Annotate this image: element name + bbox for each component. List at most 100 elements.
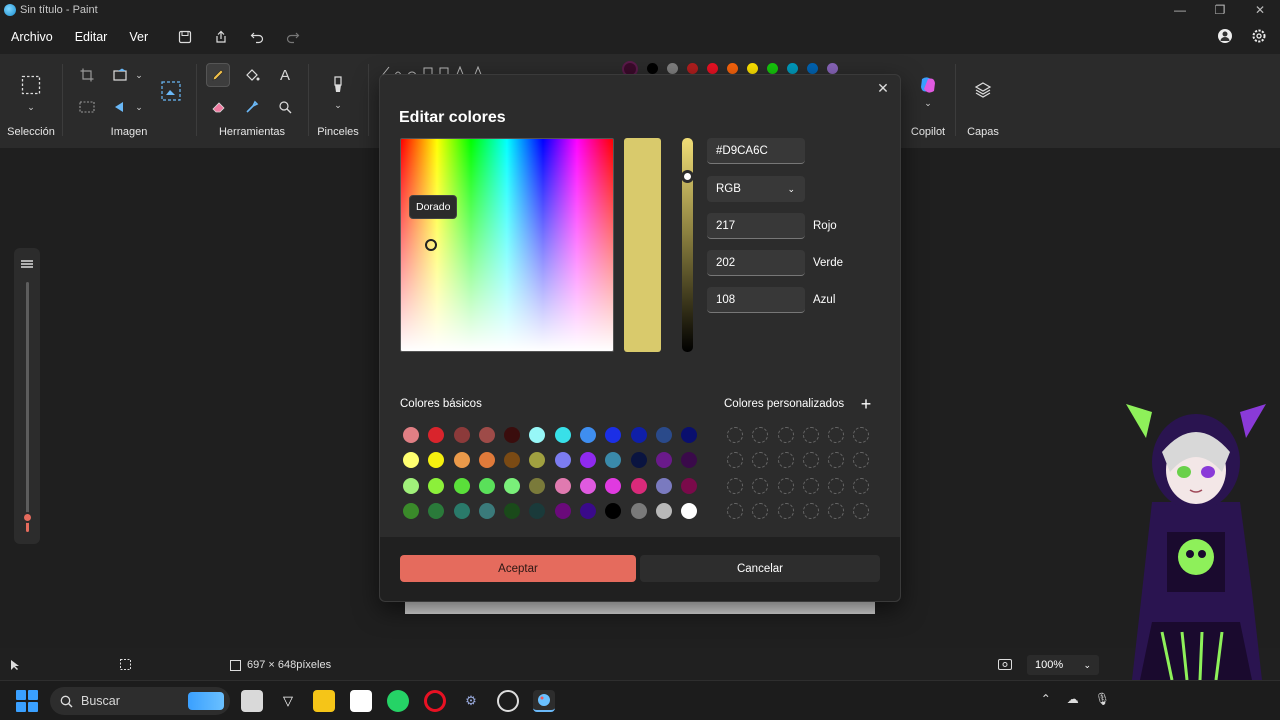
basic-color-swatch[interactable] (681, 502, 698, 519)
opera-icon[interactable] (424, 690, 446, 712)
custom-color-slot[interactable] (853, 477, 870, 494)
basic-color-swatch[interactable] (580, 477, 597, 494)
crop-icon[interactable] (76, 64, 98, 86)
share-icon[interactable] (211, 27, 231, 47)
basic-color-swatch[interactable] (630, 502, 647, 519)
chevron-up-icon[interactable]: ⌃ (1041, 692, 1051, 706)
basic-color-swatch[interactable] (403, 477, 419, 494)
custom-color-slot[interactable] (752, 452, 769, 469)
custom-color-slot[interactable] (802, 502, 819, 519)
red-input[interactable]: 217 (707, 213, 805, 239)
basic-color-swatch[interactable] (605, 502, 622, 519)
close-window-button[interactable]: ✕ (1240, 0, 1280, 20)
custom-color-slot[interactable] (828, 427, 845, 443)
basic-color-swatch[interactable] (428, 502, 445, 519)
custom-color-slot[interactable] (853, 427, 870, 443)
palette-swatch[interactable] (667, 63, 678, 74)
brightness-slider[interactable] (681, 138, 694, 352)
settings-icon[interactable]: ⚙ (460, 690, 482, 712)
whatsapp-icon[interactable] (387, 690, 409, 712)
settings-gear-icon[interactable] (1250, 27, 1268, 45)
basic-color-swatch[interactable] (529, 502, 546, 519)
basic-color-swatch[interactable] (630, 452, 647, 469)
image-background-icon[interactable] (160, 80, 182, 102)
basic-color-swatch[interactable] (428, 477, 445, 494)
basic-color-swatch[interactable] (605, 477, 622, 494)
undo-icon[interactable] (247, 27, 267, 47)
basic-color-swatch[interactable] (453, 427, 470, 443)
color-spectrum[interactable] (400, 138, 614, 352)
menu-ver[interactable]: Ver (118, 30, 159, 44)
basic-color-swatch[interactable] (529, 477, 546, 494)
palette-swatch[interactable] (807, 63, 818, 74)
custom-color-slot[interactable] (777, 427, 794, 443)
basic-color-swatch[interactable] (681, 427, 698, 443)
palette-swatch[interactable] (687, 63, 698, 74)
palette-swatch[interactable] (727, 63, 738, 74)
basic-color-swatch[interactable] (478, 427, 495, 443)
text-tool-icon[interactable]: A (274, 64, 296, 86)
pencil-icon[interactable] (206, 63, 230, 87)
green-input[interactable]: 202 (707, 250, 805, 276)
custom-color-slot[interactable] (752, 477, 769, 494)
custom-color-slot[interactable] (828, 477, 845, 494)
basic-color-swatch[interactable] (630, 477, 647, 494)
custom-color-slot[interactable] (853, 502, 870, 519)
select-all-icon[interactable] (76, 96, 98, 118)
basic-color-swatch[interactable] (681, 477, 698, 494)
custom-color-slot[interactable] (727, 452, 743, 469)
custom-color-slot[interactable] (802, 452, 819, 469)
basic-color-swatch[interactable] (478, 477, 495, 494)
basic-color-swatch[interactable] (655, 502, 672, 519)
custom-color-slot[interactable] (802, 477, 819, 494)
chevron-down-icon[interactable]: ⌄ (327, 94, 349, 116)
chevron-down-icon[interactable]: ⌄ (128, 64, 150, 86)
basic-color-swatch[interactable] (504, 477, 521, 494)
custom-color-slot[interactable] (752, 502, 769, 519)
basic-color-swatch[interactable] (605, 427, 622, 443)
minimize-button[interactable]: — (1160, 0, 1200, 20)
eraser-icon[interactable] (208, 96, 230, 118)
menu-archivo[interactable]: Archivo (0, 30, 64, 44)
spectrum-picker[interactable] (425, 239, 437, 251)
palette-swatch[interactable] (767, 63, 778, 74)
palette-swatch[interactable] (787, 63, 798, 74)
chevron-down-icon[interactable]: ⌄ (20, 96, 42, 118)
store-icon[interactable] (350, 690, 372, 712)
obs-icon[interactable] (497, 690, 519, 712)
hex-input[interactable]: #D9CA6C (707, 138, 805, 164)
network-icon[interactable]: ☁ (1067, 692, 1079, 706)
basic-color-swatch[interactable] (504, 502, 521, 519)
chevron-down-icon[interactable]: ⌄ (917, 92, 939, 114)
basic-color-swatch[interactable] (478, 502, 495, 519)
basic-color-swatch[interactable] (655, 452, 672, 469)
palette-swatch[interactable] (647, 63, 658, 74)
basic-color-swatch[interactable] (504, 452, 521, 469)
close-icon[interactable]: ✕ (874, 79, 892, 97)
basic-color-swatch[interactable] (478, 452, 495, 469)
basic-color-swatch[interactable] (580, 427, 597, 443)
canvas-page[interactable] (405, 600, 875, 614)
brush-icon[interactable] (327, 74, 349, 96)
blue-input[interactable]: 108 (707, 287, 805, 313)
basic-color-swatch[interactable] (580, 452, 597, 469)
palette-swatch[interactable] (747, 63, 758, 74)
redo-icon[interactable] (283, 27, 303, 47)
custom-color-slot[interactable] (727, 502, 743, 519)
custom-color-slot[interactable] (802, 427, 819, 443)
basic-color-swatch[interactable] (554, 427, 571, 443)
windows-start-icon[interactable] (16, 690, 38, 712)
file-explorer-icon[interactable] (313, 690, 335, 712)
basic-color-swatch[interactable] (453, 502, 470, 519)
custom-color-slot[interactable] (853, 452, 870, 469)
basic-color-swatch[interactable] (554, 452, 571, 469)
basic-color-swatch[interactable] (403, 502, 419, 519)
brightness-thumb[interactable] (681, 170, 694, 183)
custom-color-slot[interactable] (727, 427, 743, 443)
custom-color-slot[interactable] (752, 427, 769, 443)
task-view-icon[interactable] (241, 690, 263, 712)
taskbar-search[interactable]: Buscar (50, 687, 230, 715)
brush-size-slider[interactable] (14, 248, 40, 544)
zoom-dropdown[interactable]: 100% ⌄ (1027, 655, 1099, 675)
custom-color-slot[interactable] (777, 502, 794, 519)
